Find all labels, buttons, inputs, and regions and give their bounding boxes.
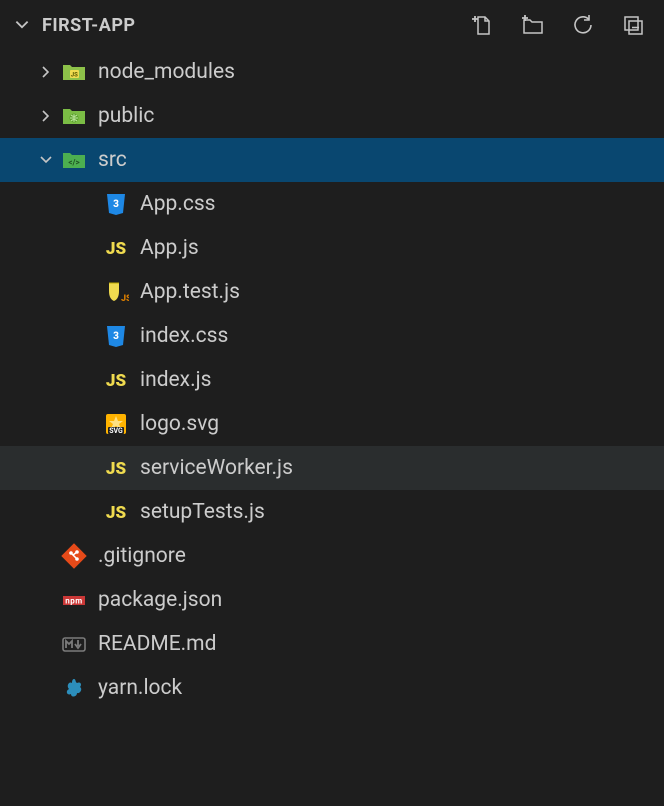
project-title: FIRST-APP	[42, 15, 136, 36]
file-label: logo.svg	[140, 412, 219, 436]
file-row-setuptests-js[interactable]: setupTests.js	[0, 490, 664, 534]
file-label: setupTests.js	[140, 500, 265, 524]
new-file-button[interactable]	[470, 12, 496, 38]
new-folder-button[interactable]	[520, 12, 546, 38]
git-icon	[60, 542, 88, 570]
collapse-all-button[interactable]	[620, 12, 646, 38]
refresh-button[interactable]	[570, 12, 596, 38]
file-row-app-css[interactable]: App.css	[0, 182, 664, 226]
chevron-down-icon	[8, 11, 36, 39]
file-row-index-css[interactable]: index.css	[0, 314, 664, 358]
public-folder-icon	[60, 102, 88, 130]
file-label: index.css	[140, 324, 228, 348]
src-folder-icon	[60, 146, 88, 174]
css-icon	[102, 322, 130, 350]
file-row-logo-svg[interactable]: logo.svg	[0, 402, 664, 446]
file-tree: node_modulespublic src App.css App.js App.te…	[0, 50, 664, 710]
chevron-right-icon[interactable]	[32, 102, 60, 130]
md-icon	[60, 630, 88, 658]
folder-label: node_modules	[98, 60, 235, 84]
chevron-down-icon[interactable]	[32, 146, 60, 174]
js-icon	[102, 234, 130, 262]
file-label: README.md	[98, 632, 216, 656]
file-label: App.js	[140, 236, 199, 260]
chevron-right-icon[interactable]	[32, 58, 60, 86]
npm-icon	[60, 586, 88, 614]
js-icon	[102, 366, 130, 394]
file-label: index.js	[140, 368, 212, 392]
testjs-icon	[102, 278, 130, 306]
file-label: .gitignore	[98, 544, 186, 568]
svg-icon	[102, 410, 130, 438]
file-label: App.test.js	[140, 280, 240, 304]
folder-row-node-modules[interactable]: node_modules	[0, 50, 664, 94]
file-row-readme-md[interactable]: README.md	[0, 622, 664, 666]
node-folder-icon	[60, 58, 88, 86]
file-label: App.css	[140, 192, 216, 216]
explorer-header: FIRST-APP	[0, 0, 664, 50]
file-row-app-js[interactable]: App.js	[0, 226, 664, 270]
file-label: yarn.lock	[98, 676, 182, 700]
folder-row-src[interactable]: src	[0, 138, 664, 182]
file-row-yarn-lock[interactable]: yarn.lock	[0, 666, 664, 710]
file-row--gitignore[interactable]: .gitignore	[0, 534, 664, 578]
file-label: serviceWorker.js	[140, 456, 293, 480]
explorer-title-group[interactable]: FIRST-APP	[8, 11, 136, 39]
file-label: package.json	[98, 588, 222, 612]
css-icon	[102, 190, 130, 218]
file-row-package-json[interactable]: package.json	[0, 578, 664, 622]
file-row-app-test-js[interactable]: App.test.js	[0, 270, 664, 314]
folder-row-public[interactable]: public	[0, 94, 664, 138]
yarn-icon	[60, 674, 88, 702]
js-icon	[102, 454, 130, 482]
file-row-index-js[interactable]: index.js	[0, 358, 664, 402]
folder-label: public	[98, 104, 154, 128]
explorer-actions	[470, 12, 656, 38]
file-row-serviceworker-js[interactable]: serviceWorker.js	[0, 446, 664, 490]
js-icon	[102, 498, 130, 526]
folder-label: src	[98, 148, 127, 172]
